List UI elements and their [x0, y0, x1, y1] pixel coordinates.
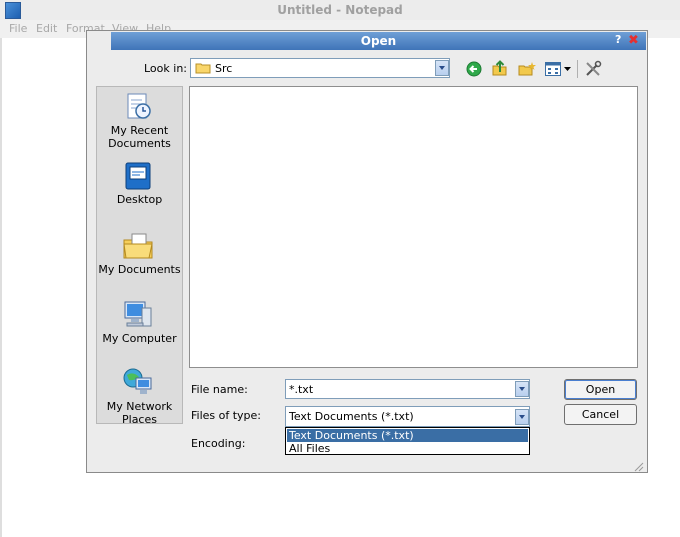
files-of-type-dropdown-icon[interactable] [515, 409, 529, 425]
tools-icon[interactable] [584, 60, 602, 78]
recent-documents-icon [127, 93, 151, 119]
notepad-title: Untitled - Notepad [277, 3, 403, 17]
look-in-value: Src [215, 62, 233, 75]
look-in-combo[interactable]: Src [190, 58, 450, 78]
menu-file[interactable]: File [9, 22, 27, 35]
new-folder-icon[interactable] [518, 61, 536, 77]
place-my-recent-documents[interactable]: My Recent Documents [96, 90, 183, 150]
my-documents-icon [123, 233, 153, 259]
up-folder-icon[interactable] [492, 60, 508, 77]
close-button[interactable]: ✖ [628, 33, 641, 48]
place-label-my-documents: My Documents [98, 263, 181, 276]
file-name-input[interactable]: *.txt [285, 379, 530, 399]
my-computer-icon [124, 301, 152, 327]
look-in-label: Look in: [144, 62, 187, 75]
file-name-label: File name: [191, 383, 248, 396]
toolbar-divider [577, 60, 578, 78]
notepad-title-bar: Untitled - Notepad [0, 0, 680, 21]
menu-edit[interactable]: Edit [36, 22, 57, 35]
place-my-network-places[interactable]: My Network Places [96, 366, 183, 426]
cancel-button[interactable]: Cancel [564, 404, 637, 425]
files-of-type-label: Files of type: [191, 409, 262, 422]
dialog-title-bar: Open [111, 32, 646, 50]
encoding-label: Encoding: [191, 437, 246, 450]
place-label-desktop: Desktop [116, 193, 163, 206]
place-label-network: My Network Places [106, 400, 173, 426]
file-type-dropdown-list: Text Documents (*.txt) All Files [285, 427, 530, 455]
desktop-icon [125, 162, 151, 190]
back-icon[interactable] [466, 61, 482, 77]
file-list[interactable] [189, 86, 638, 368]
notepad-icon [5, 2, 21, 19]
files-of-type-select[interactable]: Text Documents (*.txt) [285, 406, 530, 427]
views-dropdown-icon [564, 67, 571, 71]
folder-icon [195, 63, 211, 74]
chevron-down-icon[interactable] [435, 60, 449, 76]
file-name-value: *.txt [289, 383, 314, 396]
file-type-option[interactable]: All Files [287, 442, 528, 455]
place-my-documents[interactable]: My Documents [96, 226, 183, 278]
place-my-computer[interactable]: My Computer [96, 295, 183, 347]
dialog-title: Open [360, 34, 397, 48]
views-menu-button[interactable] [545, 61, 571, 78]
views-grid-icon [545, 62, 561, 76]
file-type-option[interactable]: Text Documents (*.txt) [287, 429, 528, 442]
place-desktop[interactable]: Desktop [96, 158, 183, 210]
network-places-icon [123, 368, 152, 394]
place-label-my-computer: My Computer [102, 332, 177, 345]
place-label-recent: My Recent Documents [108, 124, 171, 150]
file-name-dropdown-icon[interactable] [515, 381, 529, 397]
files-of-type-value: Text Documents (*.txt) [289, 410, 414, 423]
resize-grip-icon[interactable] [632, 460, 644, 472]
help-button[interactable]: ? [615, 33, 625, 47]
open-button[interactable]: Open [564, 379, 637, 400]
